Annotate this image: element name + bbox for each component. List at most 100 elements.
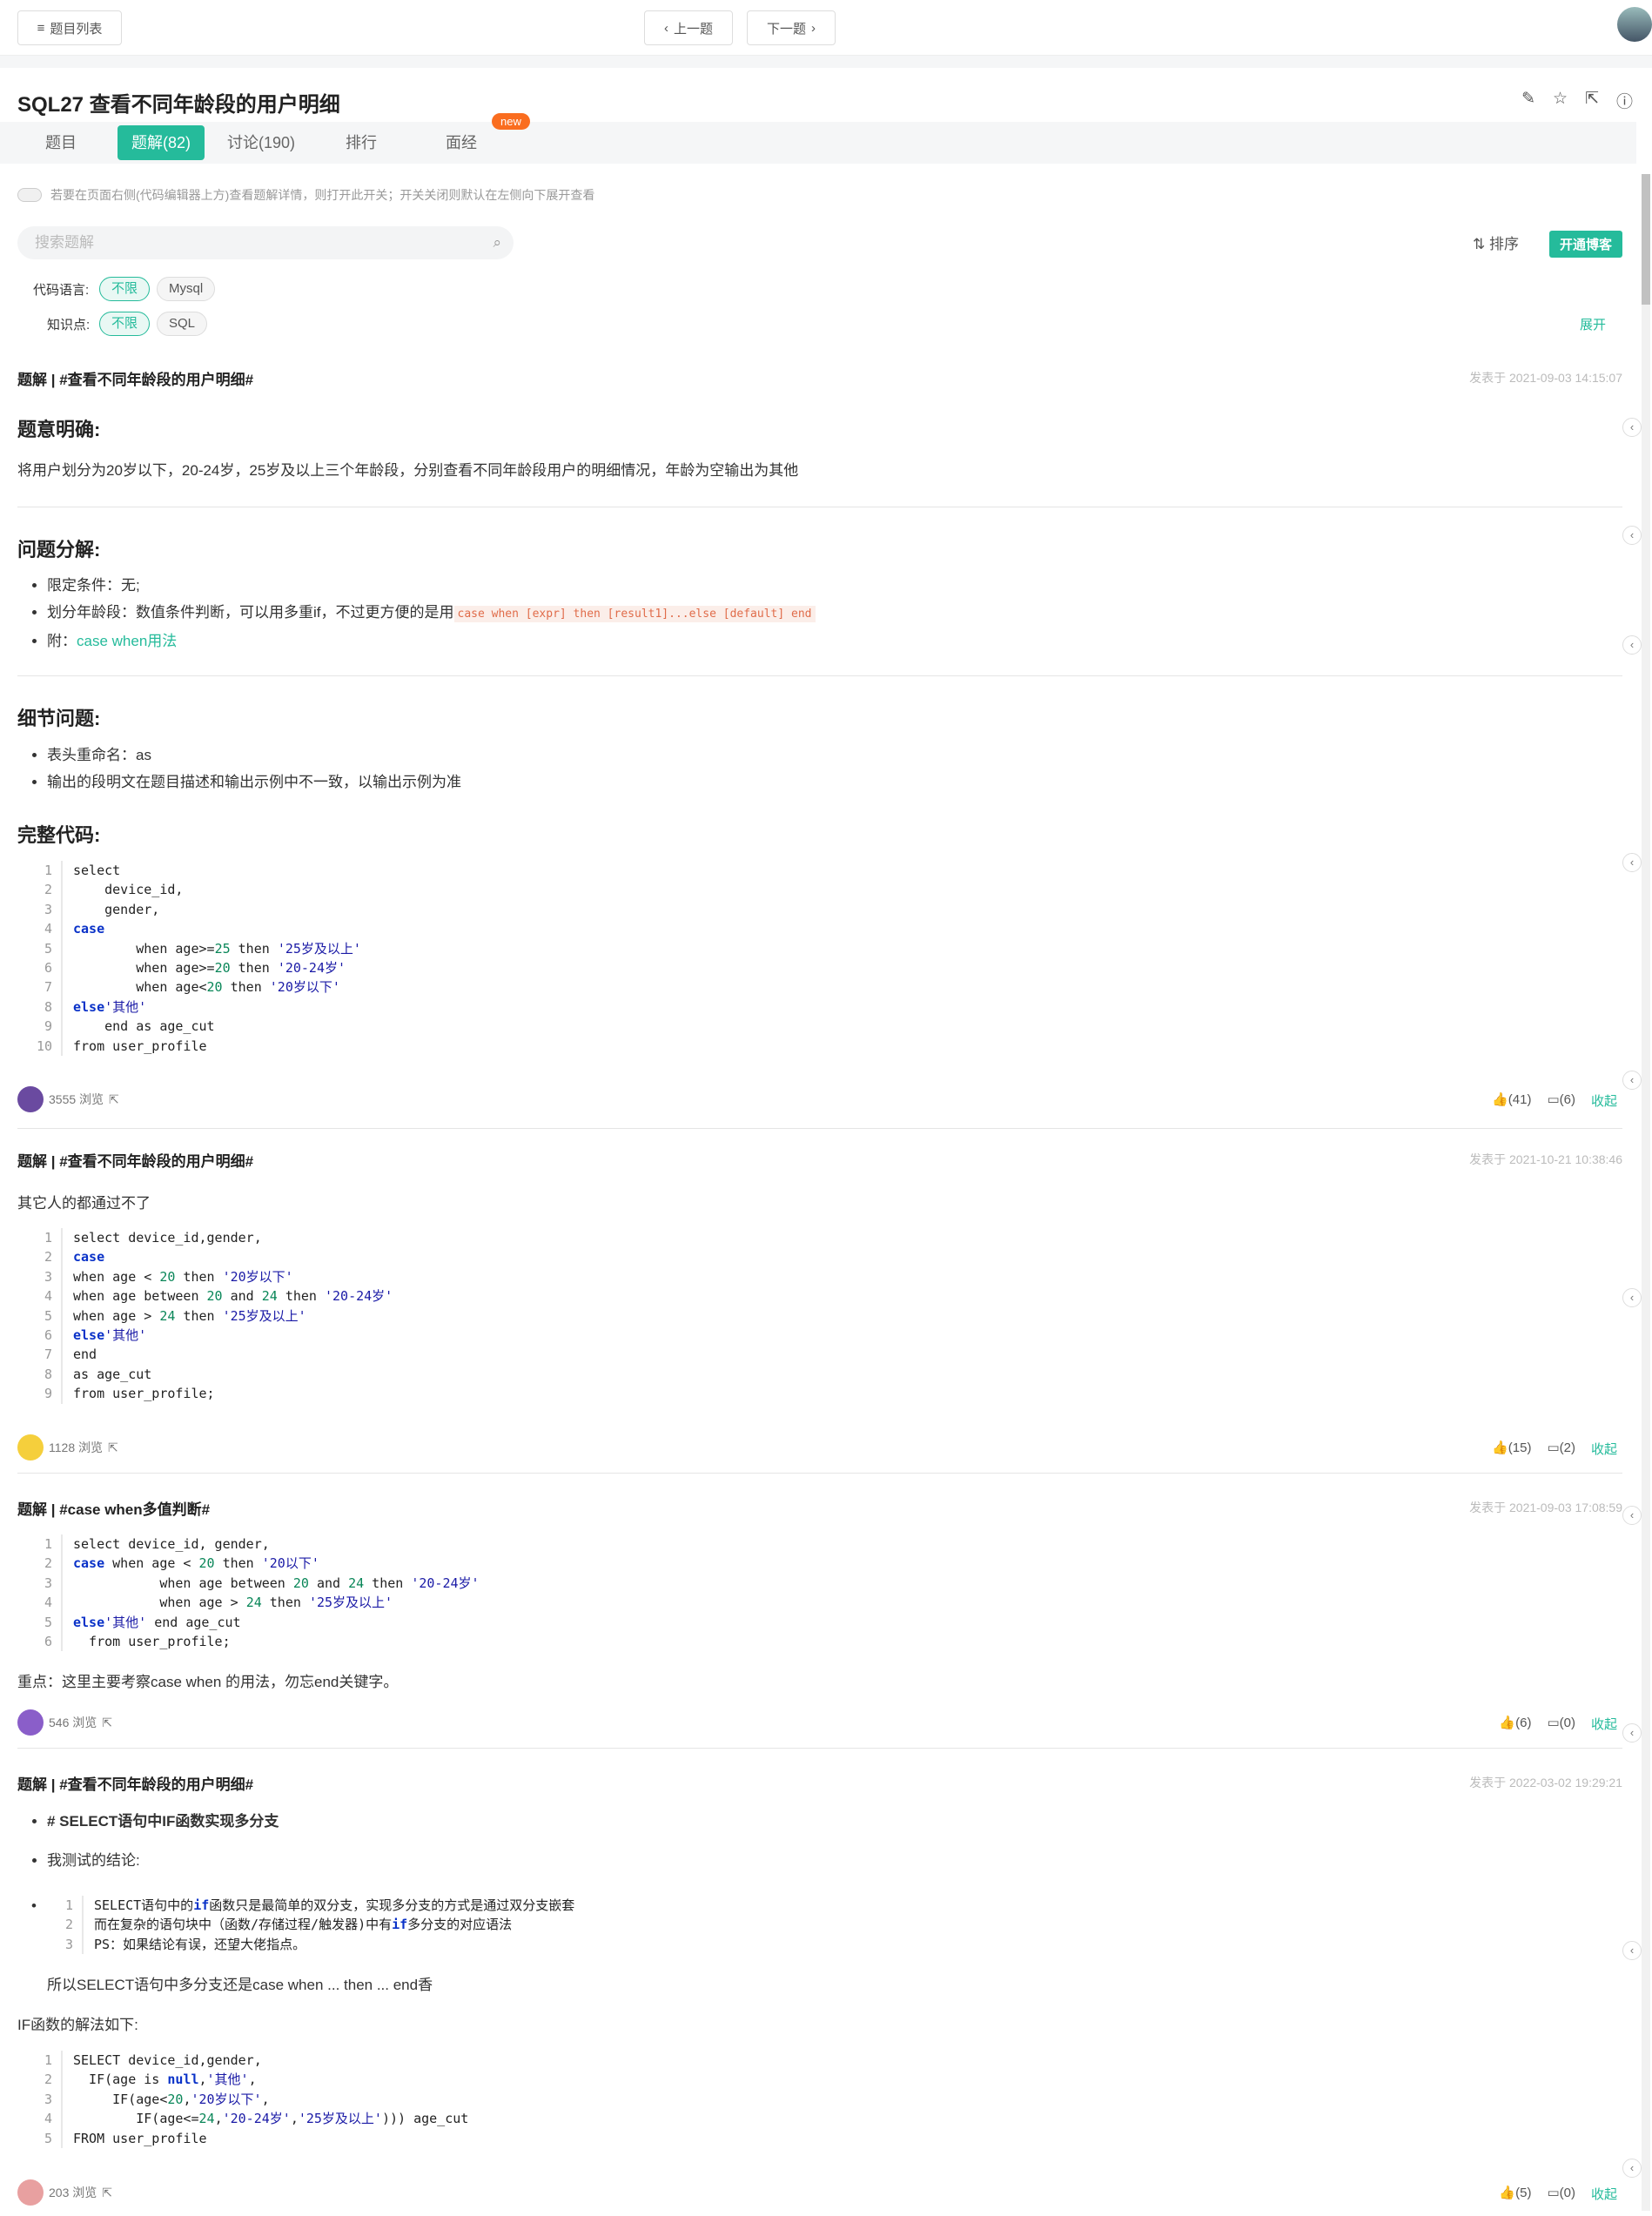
paragraph: 重点：这里主要考察case when 的用法，勿忘end关键字。	[17, 1674, 399, 1690]
post-footer: 546 浏览 ⇱	[17, 1709, 112, 1736]
section-heading: 完整代码:	[17, 824, 101, 846]
sort-icon: ⇅	[1473, 236, 1486, 252]
section-heading: 细节问题:	[17, 708, 101, 729]
share-icon[interactable]: ⇱	[102, 2186, 112, 2200]
comment-button[interactable]: ▭(0)	[1547, 1715, 1575, 1733]
chevron-left-icon[interactable]: ‹	[1622, 2159, 1642, 2178]
sort-button[interactable]: ⇅ 排序	[1473, 232, 1519, 253]
comment-button[interactable]: ▭(0)	[1547, 2185, 1575, 2203]
list-item: 附：case when用法	[47, 628, 816, 655]
view-toggle[interactable]	[17, 188, 42, 202]
post-footer: 3555 浏览 ⇱	[17, 1086, 119, 1112]
code-block: 1 SELECT语句中的 if 函数只是最简单的双分支，实现多分支的方式是通过双分支嵌…	[52, 1896, 574, 1955]
share-icon[interactable]: ⇱	[109, 1092, 119, 1107]
chevron-left-icon[interactable]: ‹	[1622, 526, 1642, 545]
code-block: 1 select device_id,gender, 2 case 3 when ag…	[31, 1228, 393, 1404]
collapse-link[interactable]: 收起	[1591, 1091, 1617, 1110]
kp-filter-label: 知识点:	[47, 318, 91, 332]
bullet-list: 表头重命名：as 输出的段明文在题目描述和输出示例中不一致，以输出示例为准	[17, 742, 461, 796]
chevron-left-icon[interactable]: ‹	[1622, 1288, 1642, 1307]
tab-problem[interactable]: 题目	[17, 124, 104, 162]
avatar[interactable]	[17, 1434, 44, 1461]
inline-code: case when [expr] then [result1]...else […	[453, 606, 816, 622]
paragraph: IF函数的解法如下:	[17, 2017, 138, 2033]
code-block: 1 SELECT device_id,gender, 2 IF(age is nu…	[31, 2051, 468, 2148]
chevron-left-icon[interactable]: ‹	[1622, 1941, 1642, 1960]
tab-solutions[interactable]: 题解(82)	[118, 125, 205, 160]
avatar[interactable]	[17, 2179, 44, 2206]
search-icon: ⌕	[493, 234, 501, 251]
scrollbar-thumb[interactable]	[1642, 174, 1650, 305]
like-button[interactable]: 👍(6)	[1499, 1715, 1531, 1733]
chevron-left-icon[interactable]: ‹	[1622, 1723, 1642, 1743]
star-icon[interactable]: ☆	[1553, 89, 1568, 112]
list-item: 限定条件：无;	[47, 572, 816, 599]
post-date: 发表于 2021-10-21 10:38:46	[1469, 1152, 1622, 1166]
lang-filter-label: 代码语言:	[33, 283, 90, 298]
share-icon[interactable]: ⇱	[102, 1716, 112, 1730]
section-heading: 问题分解:	[17, 539, 101, 561]
chevron-left-icon[interactable]: ‹	[1622, 1506, 1642, 1525]
avatar[interactable]	[1617, 7, 1652, 42]
like-button[interactable]: 👍(15)	[1492, 1440, 1531, 1458]
bullet: •	[31, 1897, 37, 1914]
info-icon[interactable]: ⓘ	[1616, 89, 1633, 112]
prev-button[interactable]: ‹ 上一题	[644, 10, 733, 45]
avatar[interactable]	[17, 1709, 44, 1736]
paragraph: 其它人的都通过不了	[17, 1195, 151, 1212]
search-input[interactable]: 搜索题解 ⌕	[17, 226, 514, 259]
share-icon[interactable]: ⇱	[1585, 89, 1599, 112]
tab-rank[interactable]: 排行	[318, 124, 405, 162]
chevron-right-icon: ›	[811, 20, 816, 36]
post-stats: 👍(15) ▭(2) 收起	[1492, 1440, 1617, 1458]
toggle-hint: 若要在页面右侧(代码编辑器上方)查看题解详情，则打开此开关；开关关闭则默认在左侧…	[50, 188, 595, 202]
chevron-left-icon[interactable]: ‹	[1622, 635, 1642, 655]
list-item: 我测试的结论:	[47, 1847, 279, 1874]
case-when-link[interactable]: case when用法	[77, 633, 177, 649]
filter-lang-all[interactable]: 不限	[99, 277, 151, 301]
code-block: 1 select 2 device_id, 3 gender, 4 case 5 …	[31, 861, 361, 1056]
bullet-list: 限定条件：无; 划分年龄段：数值条件判断，可以用多重if，不过更方便的是用cas…	[17, 572, 816, 655]
post-date: 发表于 2022-03-02 19:29:21	[1469, 1776, 1622, 1790]
avatar[interactable]	[17, 1086, 44, 1112]
chevron-left-icon[interactable]: ‹	[1622, 1071, 1642, 1090]
share-icon[interactable]: ⇱	[108, 1440, 118, 1455]
post-stats: 👍(6) ▭(0) 收起	[1499, 1715, 1617, 1733]
list-item: 输出的段明文在题目描述和输出示例中不一致，以输出示例为准	[47, 769, 461, 796]
collapse-link[interactable]: 收起	[1591, 1440, 1617, 1458]
post-stats: 👍(5) ▭(0) 收起	[1499, 2185, 1617, 2203]
edit-icon[interactable]: ✎	[1521, 89, 1535, 112]
comment-button[interactable]: ▭(6)	[1547, 1091, 1575, 1110]
post-title[interactable]: 题解 | #查看不同年龄段的用户明细#	[17, 367, 253, 389]
tab-discuss[interactable]: 讨论(190)	[218, 124, 305, 162]
post-footer: 203 浏览 ⇱	[17, 2179, 112, 2206]
like-button[interactable]: 👍(41)	[1492, 1091, 1531, 1110]
bullet-list: # SELECT语句中IF函数实现多分支 我测试的结论:	[17, 1808, 279, 1874]
like-button[interactable]: 👍(5)	[1499, 2185, 1531, 2203]
collapse-link[interactable]: 收起	[1591, 2185, 1617, 2203]
filter-lang-mysql[interactable]: Mysql	[157, 277, 216, 301]
filter-kp-all[interactable]: 不限	[99, 312, 151, 336]
problem-list-button[interactable]: ≡ 题目列表	[17, 10, 122, 45]
chevron-left-icon[interactable]: ‹	[1622, 418, 1642, 437]
section-heading: 题意明确:	[17, 419, 101, 440]
chevron-left-icon[interactable]: ‹	[1622, 853, 1642, 872]
post-date: 发表于 2021-09-03 14:15:07	[1469, 371, 1622, 385]
post-title[interactable]: 题解 | #查看不同年龄段的用户明细#	[17, 1772, 253, 1794]
list-item: 划分年龄段：数值条件判断，可以用多重if，不过更方便的是用case when […	[47, 599, 816, 628]
expand-link[interactable]: 展开	[1580, 315, 1606, 333]
next-button[interactable]: 下一题 ›	[747, 10, 836, 45]
collapse-link[interactable]: 收起	[1591, 1715, 1617, 1733]
scrollbar[interactable]	[1642, 174, 1650, 2211]
filter-kp-sql[interactable]: SQL	[157, 312, 208, 336]
tab-bar: 题目 题解(82) 讨论(190) 排行 面经	[0, 122, 1636, 164]
post-footer: 1128 浏览 ⇱	[17, 1434, 118, 1461]
list-item: # SELECT语句中IF函数实现多分支	[47, 1808, 279, 1835]
list-item: 表头重命名：as	[47, 742, 461, 769]
open-blog-button[interactable]: 开通博客	[1549, 231, 1623, 258]
tab-interview[interactable]: 面经	[418, 124, 505, 162]
paragraph: 将用户划分为20岁以下，20-24岁，25岁及以上三个年龄段，分别查看不同年龄段…	[17, 462, 799, 479]
post-title[interactable]: 题解 | #case when多值判断#	[17, 1497, 210, 1519]
comment-button[interactable]: ▭(2)	[1547, 1440, 1575, 1458]
post-title[interactable]: 题解 | #查看不同年龄段的用户明细#	[17, 1149, 253, 1171]
